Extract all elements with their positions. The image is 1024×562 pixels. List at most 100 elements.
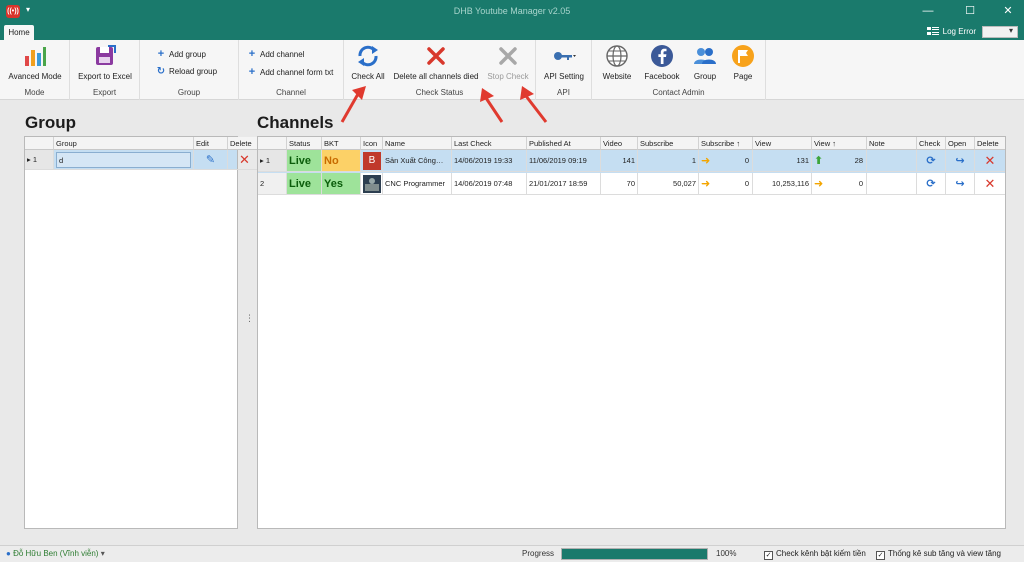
people-icon: [694, 48, 716, 64]
row-indicator: 2: [258, 173, 287, 195]
status-cell: Live: [287, 150, 322, 172]
column-header-edit[interactable]: Edit: [194, 137, 228, 150]
group-contact-button[interactable]: Group: [688, 44, 722, 81]
column-header-delete[interactable]: Delete: [975, 137, 1005, 150]
website-label: Website: [602, 72, 632, 81]
view-cell: 131: [753, 150, 812, 172]
column-header-last-check[interactable]: Last Check: [452, 137, 527, 150]
check-refresh-icon[interactable]: ⟳: [917, 173, 946, 195]
page-button[interactable]: Page: [726, 44, 760, 81]
group-name-cell[interactable]: d: [54, 150, 194, 170]
view-up-cell: ➜ 0: [812, 173, 867, 195]
facebook-button[interactable]: Facebook: [640, 44, 684, 81]
splitter-handle[interactable]: ⋮: [245, 314, 254, 328]
reload-group-button[interactable]: ↻ Reload group: [156, 66, 217, 77]
column-header-video[interactable]: Video: [601, 137, 638, 150]
status-bar: ● Đỗ Hữu Ben (Vĩnh viễn) ▾ Progress 100%…: [0, 545, 1024, 562]
note-cell[interactable]: [867, 173, 917, 195]
column-header-subscribe[interactable]: Subscribe: [638, 137, 699, 150]
column-header-view-up[interactable]: View ↑: [812, 137, 867, 150]
group-contact-label: Group: [693, 72, 717, 81]
annotation-arrows: [340, 86, 504, 123]
progress-bar: [561, 548, 708, 560]
facebook-icon: [651, 45, 673, 67]
ribbon-group-label-export: Export: [92, 88, 117, 97]
delete-x-icon[interactable]: ✕: [975, 173, 1005, 195]
group-panel-title: Group: [25, 113, 76, 132]
arrow-right-icon: ➜: [701, 178, 711, 190]
column-header-published-at[interactable]: Published At: [527, 137, 601, 150]
arrow-right-icon: ➜: [814, 178, 824, 190]
delete-died-button[interactable]: Delete all channels died: [392, 44, 480, 81]
progress-percent: 100%: [716, 549, 737, 558]
log-error-dropdown[interactable]: [982, 26, 1018, 38]
check-refresh-icon[interactable]: ⟳: [917, 150, 946, 172]
add-channel-txt-button[interactable]: + Add channel form txt: [247, 66, 334, 78]
check-all-button[interactable]: Check All: [348, 44, 388, 81]
add-group-button[interactable]: + Add group: [156, 48, 206, 60]
row-indicator: ▸ 1: [25, 150, 54, 170]
stop-check-button[interactable]: Stop Check: [484, 44, 532, 81]
table-row[interactable]: ▸ 1 d ✎ ✕: [25, 150, 261, 170]
column-header-open[interactable]: Open: [946, 137, 975, 150]
channel-name-cell: Sản Xuất Công…: [383, 150, 452, 172]
website-button[interactable]: Website: [596, 44, 638, 81]
open-share-icon[interactable]: ↪: [946, 150, 975, 172]
arrow-right-icon: ➜: [701, 155, 711, 167]
maximize-button[interactable]: ☐: [960, 3, 980, 19]
reload-group-label: Reload group: [169, 67, 218, 76]
delete-x-icon: [427, 47, 445, 65]
user-label: Đỗ Hữu Ben (Vĩnh viễn): [13, 549, 99, 558]
thong-ke-checkbox[interactable]: ✓ Thống kê sub tăng và view tăng: [876, 549, 1001, 560]
plus-icon: +: [248, 66, 256, 78]
group-grid: Group Edit Delete ▸ 1 d ✎ ✕: [24, 136, 262, 529]
table-row[interactable]: ▸ 1 Live No B Sản Xuất Công… 14/06/2019 …: [258, 150, 1005, 173]
ribbon-group-mode: Avanced Mode Mode: [0, 40, 70, 100]
check-kenh-checkbox[interactable]: ✓ Check kênh bật kiếm tiền: [764, 549, 866, 560]
user-account[interactable]: ● Đỗ Hữu Ben (Vĩnh viễn) ▾: [6, 549, 105, 558]
arrow-up-icon: ⬆: [814, 155, 824, 167]
group-name-editor[interactable]: d: [56, 152, 191, 168]
edit-pencil-icon[interactable]: ✎: [194, 150, 228, 170]
table-row[interactable]: 2 Live Yes CNC Programmer 14/06/2019 07:…: [258, 173, 1005, 196]
user-icon: ●: [6, 549, 11, 558]
log-error-label[interactable]: Log Error: [943, 27, 976, 36]
plus-icon: +: [157, 48, 165, 60]
minimize-button[interactable]: —: [918, 3, 938, 19]
note-cell[interactable]: [867, 150, 917, 172]
export-excel-label: Export to Excel: [78, 72, 132, 81]
column-header-check[interactable]: Check: [917, 137, 946, 150]
ribbon-group-label-contact: Contact Admin: [652, 88, 705, 97]
column-header-note[interactable]: Note: [867, 137, 917, 150]
advanced-mode-button[interactable]: Avanced Mode: [6, 44, 64, 81]
api-setting-label: API Setting: [543, 72, 585, 81]
stop-x-icon: [499, 47, 517, 65]
add-channel-button[interactable]: + Add channel: [247, 48, 305, 60]
column-header-bkt[interactable]: BKT: [322, 137, 361, 150]
open-share-icon[interactable]: ↪: [946, 173, 975, 195]
ribbon-tab-row: Home Log Error: [0, 24, 1024, 40]
log-error-icon: [927, 26, 939, 37]
channel-avatar: B: [363, 152, 381, 170]
subscribe-cell: 1: [638, 150, 699, 172]
published-at-cell: 11/06/2019 09:19: [527, 150, 601, 172]
status-cell: Live: [287, 173, 322, 195]
close-button[interactable]: ✕: [998, 3, 1018, 19]
bkt-cell: Yes: [322, 173, 361, 195]
export-excel-button[interactable]: Export to Excel: [74, 44, 136, 81]
thong-ke-label: Thống kê sub tăng và view tăng: [888, 549, 1001, 558]
column-header-status[interactable]: Status: [287, 137, 322, 150]
delete-x-icon[interactable]: ✕: [975, 150, 1005, 172]
column-header-view[interactable]: View: [753, 137, 812, 150]
column-header-name[interactable]: Name: [383, 137, 452, 150]
bkt-cell: No: [322, 150, 361, 172]
last-check-cell: 14/06/2019 19:33: [452, 150, 527, 172]
globe-icon: [606, 45, 628, 67]
view-up-cell: ⬆ 28: [812, 150, 867, 172]
column-header-subscribe-up[interactable]: Subscribe ↑: [699, 137, 753, 150]
tab-home[interactable]: Home: [4, 25, 34, 40]
column-header-group[interactable]: Group: [54, 137, 194, 150]
api-setting-button[interactable]: API Setting: [540, 44, 588, 81]
column-header-icon[interactable]: Icon: [361, 137, 383, 150]
chevron-down-icon: ▾: [100, 549, 105, 558]
